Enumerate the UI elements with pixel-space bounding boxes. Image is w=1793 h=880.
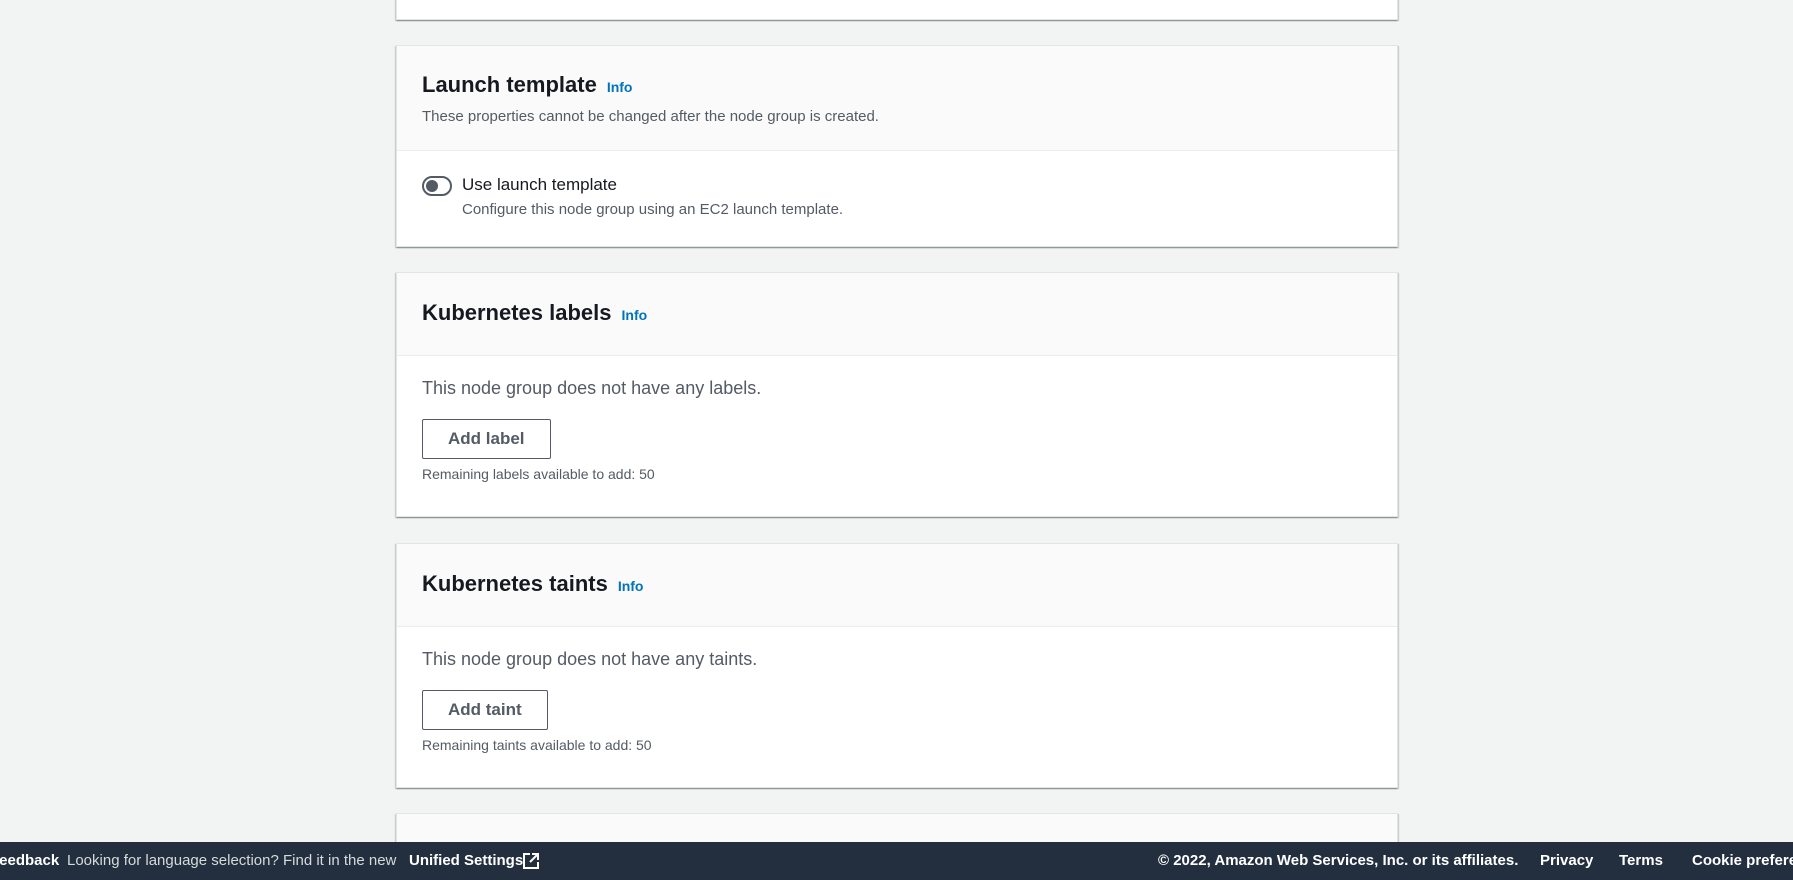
kubernetes-taints-body: This node group does not have any taints… [397,627,1397,753]
add-taint-button[interactable]: Add taint [422,690,548,730]
launch-template-body: Use launch template Configure this node … [397,151,1397,218]
use-launch-template-toggle[interactable] [422,176,452,196]
page: Launch template Info These properties ca… [0,0,1793,880]
kubernetes-labels-info-link[interactable]: Info [622,307,648,323]
console-footer: Feedback Looking for language selection?… [0,842,1793,880]
taints-remaining-text: Remaining taints available to add: 50 [422,737,652,753]
kubernetes-taints-info-link[interactable]: Info [618,578,644,594]
kubernetes-labels-body: This node group does not have any labels… [397,356,1397,482]
kubernetes-taints-title-row: Kubernetes taints Info [422,571,1372,597]
use-launch-template-row: Use launch template Configure this node … [422,175,1372,218]
labels-remaining-text: Remaining labels available to add: 50 [422,466,655,482]
kubernetes-taints-panel: Kubernetes taints Info This node group d… [396,543,1398,788]
launch-template-title: Launch template [422,72,597,97]
toggle-knob [426,180,438,192]
labels-empty-text: This node group does not have any labels… [422,378,762,398]
toggle-text: Use launch template Configure this node … [462,175,843,218]
kubernetes-labels-panel: Kubernetes labels Info This node group d… [396,272,1398,517]
kubernetes-labels-header: Kubernetes labels Info [397,273,1397,356]
external-link-icon[interactable] [522,852,540,870]
privacy-link[interactable]: Privacy [1540,852,1593,869]
terms-link[interactable]: Terms [1619,852,1663,869]
taints-empty-text: This node group does not have any taints… [422,649,758,669]
kubernetes-labels-title: Kubernetes labels [422,300,612,325]
use-launch-template-label[interactable]: Use launch template [462,175,843,195]
cookie-preferences-link[interactable]: Cookie preferences [1692,852,1793,869]
kubernetes-taints-header: Kubernetes taints Info [397,544,1397,627]
kubernetes-taints-title: Kubernetes taints [422,571,608,596]
add-label-button[interactable]: Add label [422,419,551,459]
language-prompt: Looking for language selection? Find it … [67,852,397,869]
launch-template-header: Launch template Info These properties ca… [397,46,1397,151]
launch-template-description: These properties cannot be changed after… [422,108,879,125]
kubernetes-labels-title-row: Kubernetes labels Info [422,300,1372,326]
feedback-link[interactable]: Feedback [0,852,59,869]
launch-template-panel: Launch template Info These properties ca… [396,45,1398,247]
unified-settings-link[interactable]: Unified Settings [409,852,523,869]
previous-panel [396,0,1398,20]
launch-template-title-row: Launch template Info [422,72,1372,98]
copyright-text: © 2022, Amazon Web Services, Inc. or its… [1158,852,1519,869]
launch-template-info-link[interactable]: Info [607,79,633,95]
use-launch-template-description: Configure this node group using an EC2 l… [462,201,844,218]
